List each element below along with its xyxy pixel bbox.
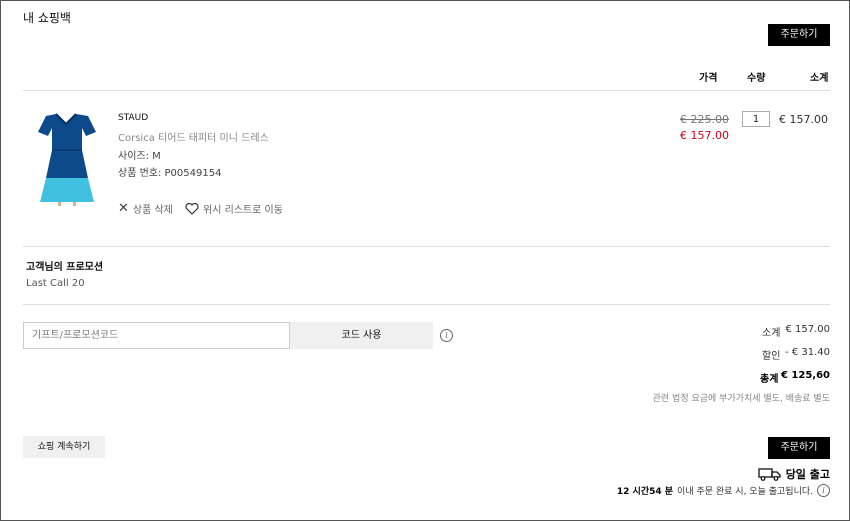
same-day-shipping-label: 당일 출고 (785, 468, 830, 481)
close-icon: ✕ (118, 200, 129, 216)
heart-icon (185, 202, 199, 215)
order-button-top[interactable]: 주문하기 (768, 24, 830, 46)
summary-discount-value: - € 31.40 (785, 347, 830, 358)
tax-note: 관련 법정 요금에 부가가치세 별도, 배송료 별도 (652, 394, 830, 404)
same-day-shipping: 당일 출고 (758, 466, 830, 482)
sale-price: € 157.00 (680, 129, 729, 142)
product-image[interactable] (36, 110, 98, 206)
remove-item-button[interactable]: ✕ 상품 삭제 (118, 200, 173, 217)
header-subtotal: 소계 (810, 73, 829, 84)
summary-total-label: 총계 (760, 374, 779, 385)
product-size: 사이즈: M (118, 151, 161, 162)
page-frame (0, 0, 850, 521)
info-icon[interactable]: i (817, 484, 830, 497)
divider (23, 246, 830, 247)
original-price: € 225.00 (680, 113, 729, 126)
product-name[interactable]: Corsica 티어드 태피터 미니 드레스 (118, 129, 269, 144)
summary-total-value: € 125,60 (780, 370, 830, 381)
divider (23, 304, 830, 305)
truck-icon (758, 468, 781, 481)
shipping-cutoff: 12 시간54 분 이내 주문 완료 시, 오늘 출고됩니다. i (617, 484, 830, 497)
line-subtotal: € 157.00 (779, 113, 828, 126)
header-quantity: 수량 (747, 73, 766, 84)
divider (23, 90, 830, 91)
summary-subtotal-value: € 157.00 (785, 324, 830, 335)
product-brand[interactable]: STAUD (118, 113, 148, 123)
order-button-bottom[interactable]: 주문하기 (768, 437, 830, 459)
promotion-value: Last Call 20 (26, 278, 85, 289)
continue-shopping-button[interactable]: 쇼핑 계속하기 (23, 436, 105, 458)
promotion-heading: 고객님의 프로모션 (26, 262, 104, 273)
summary-discount-label: 할인 (762, 351, 781, 362)
move-to-wishlist-label: 위시 리스트로 이동 (203, 205, 283, 216)
promo-code-input[interactable]: 기프트/프로모션코드 (23, 322, 290, 349)
page-title: 내 쇼핑백 (23, 11, 71, 25)
info-icon[interactable]: i (440, 329, 453, 342)
move-to-wishlist-button[interactable]: 위시 리스트로 이동 (185, 201, 283, 216)
header-price: 가격 (699, 73, 718, 84)
product-number: 상품 번호: P00549154 (118, 168, 222, 179)
shipping-message: 이내 주문 완료 시, 오늘 출고됩니다. (677, 487, 813, 497)
shipping-countdown: 12 시간54 분 (616, 487, 674, 497)
quantity-input[interactable]: 1 (742, 111, 770, 127)
apply-code-button[interactable]: 코드 사용 (290, 322, 433, 349)
remove-item-label: 상품 삭제 (132, 205, 173, 216)
summary-subtotal-label: 소계 (762, 328, 781, 339)
